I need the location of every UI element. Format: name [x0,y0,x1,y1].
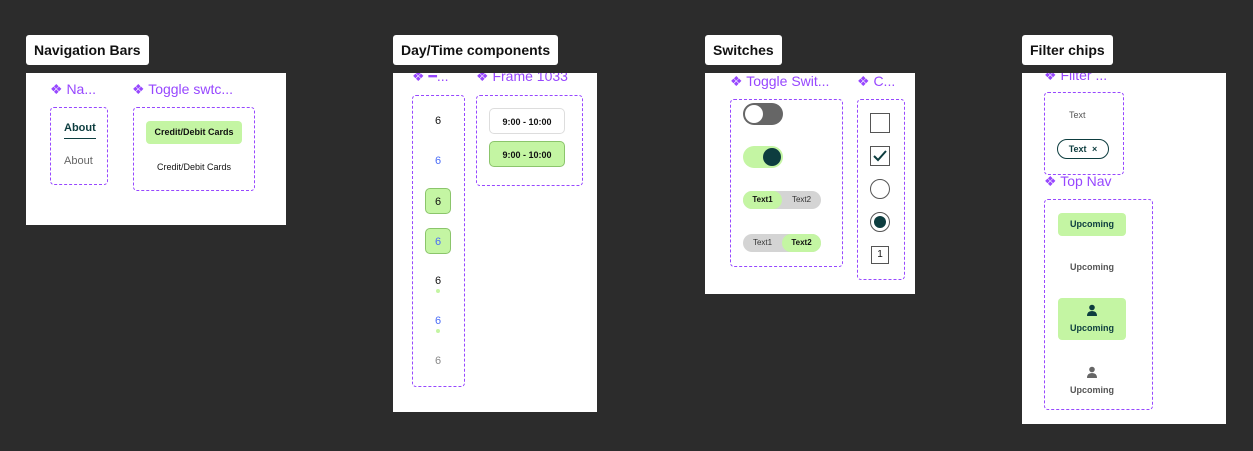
filter-chips-frame: ❖ Filter ... Text Text × ❖ Top Nav Upcom… [1022,73,1226,424]
toggle-option-inactive[interactable]: Credit/Debit Cards [146,156,242,179]
filter-chip-default[interactable]: Text [1069,110,1086,120]
switches-frame: ❖ Toggle Swit... ❖ C... Text1 Text2 Text… [705,73,915,294]
person-icon [1087,366,1097,378]
toggle-knob [745,105,763,123]
toggle-switch-off[interactable] [743,103,783,125]
day-cell-disabled[interactable]: 6 [425,348,451,374]
segment-option-left[interactable]: Text1 [743,191,782,209]
day-cell-selected-today[interactable]: 6 [425,228,451,254]
toggle-switch-component-title[interactable]: ❖ Toggle Swit... [730,73,842,90]
nav-variants-container [50,107,108,185]
filter-chip-variants-container [1044,92,1124,175]
toggle-switch-on[interactable] [743,146,783,168]
checkbox-unchecked[interactable] [870,113,890,133]
segment-option-right[interactable]: Text2 [782,191,821,209]
nav-item-inactive[interactable]: About [64,155,93,167]
checkbox-checked[interactable] [870,146,890,166]
top-nav-component-title[interactable]: ❖ Top Nav [1044,173,1144,190]
event-dot [436,289,440,293]
frame-label-filter-chips[interactable]: Filter chips [1022,35,1113,65]
day-component-title[interactable]: ❖ ━... [412,73,460,85]
day-cell-today[interactable]: 6 [425,148,451,174]
day-cell-selected[interactable]: 6 [425,188,451,214]
filter-chip-selected[interactable]: Text × [1057,139,1109,159]
top-nav-item-default[interactable]: Upcoming [1058,256,1126,279]
day-cell-default[interactable]: 6 [425,108,451,134]
toggle-knob [763,148,781,166]
day-time-frame: ❖ ━... ❖ Frame 1033 6 6 6 6 6 6 6 9:00 -… [393,73,597,412]
radio-fill [874,216,886,228]
segmented-toggle-right-selected[interactable]: Text1 Text2 [743,234,821,252]
top-nav-item-selected[interactable]: Upcoming [1058,213,1126,236]
top-nav-item-icon-selected[interactable]: Upcoming [1058,298,1126,340]
radio-unselected[interactable] [870,179,890,199]
radio-selected[interactable] [870,212,890,232]
frame-label-switches[interactable]: Switches [705,35,782,65]
time-component-title[interactable]: ❖ Frame 1033 [476,73,576,85]
event-dot [436,329,440,333]
time-slot-default[interactable]: 9:00 - 10:00 [489,108,565,134]
filter-chip-label: Text [1068,144,1087,154]
toggle-component-title[interactable]: ❖ Toggle swtc... [132,81,262,98]
nav-item-active[interactable]: About [64,122,96,134]
segment-option-left[interactable]: Text1 [743,234,782,252]
top-nav-item-label: Upcoming [1070,385,1114,395]
toggle-option-active[interactable]: Credit/Debit Cards [146,121,242,144]
nav-component-title[interactable]: ❖ Na... [50,81,110,98]
nav-item-underline [64,138,96,139]
number-box[interactable]: 1 [871,246,889,264]
frame-label-navigation-bars[interactable]: Navigation Bars [26,35,149,65]
checkmark-icon [873,150,887,162]
segment-option-right[interactable]: Text2 [782,234,821,252]
person-icon [1087,304,1097,316]
filter-component-title[interactable]: ❖ Filter ... [1044,73,1124,84]
check-component-title[interactable]: ❖ C... [857,73,901,90]
top-nav-item-label: Upcoming [1070,323,1114,333]
time-slot-selected[interactable]: 9:00 - 10:00 [489,141,565,167]
close-icon[interactable]: × [1092,144,1097,154]
frame-label-day-time[interactable]: Day/Time components [393,35,559,65]
segmented-toggle-left-selected[interactable]: Text1 Text2 [743,191,821,209]
top-nav-item-icon-default[interactable]: Upcoming [1058,360,1126,402]
navigation-bars-frame: ❖ Na... ❖ Toggle swtc... About About Cre… [26,73,286,225]
